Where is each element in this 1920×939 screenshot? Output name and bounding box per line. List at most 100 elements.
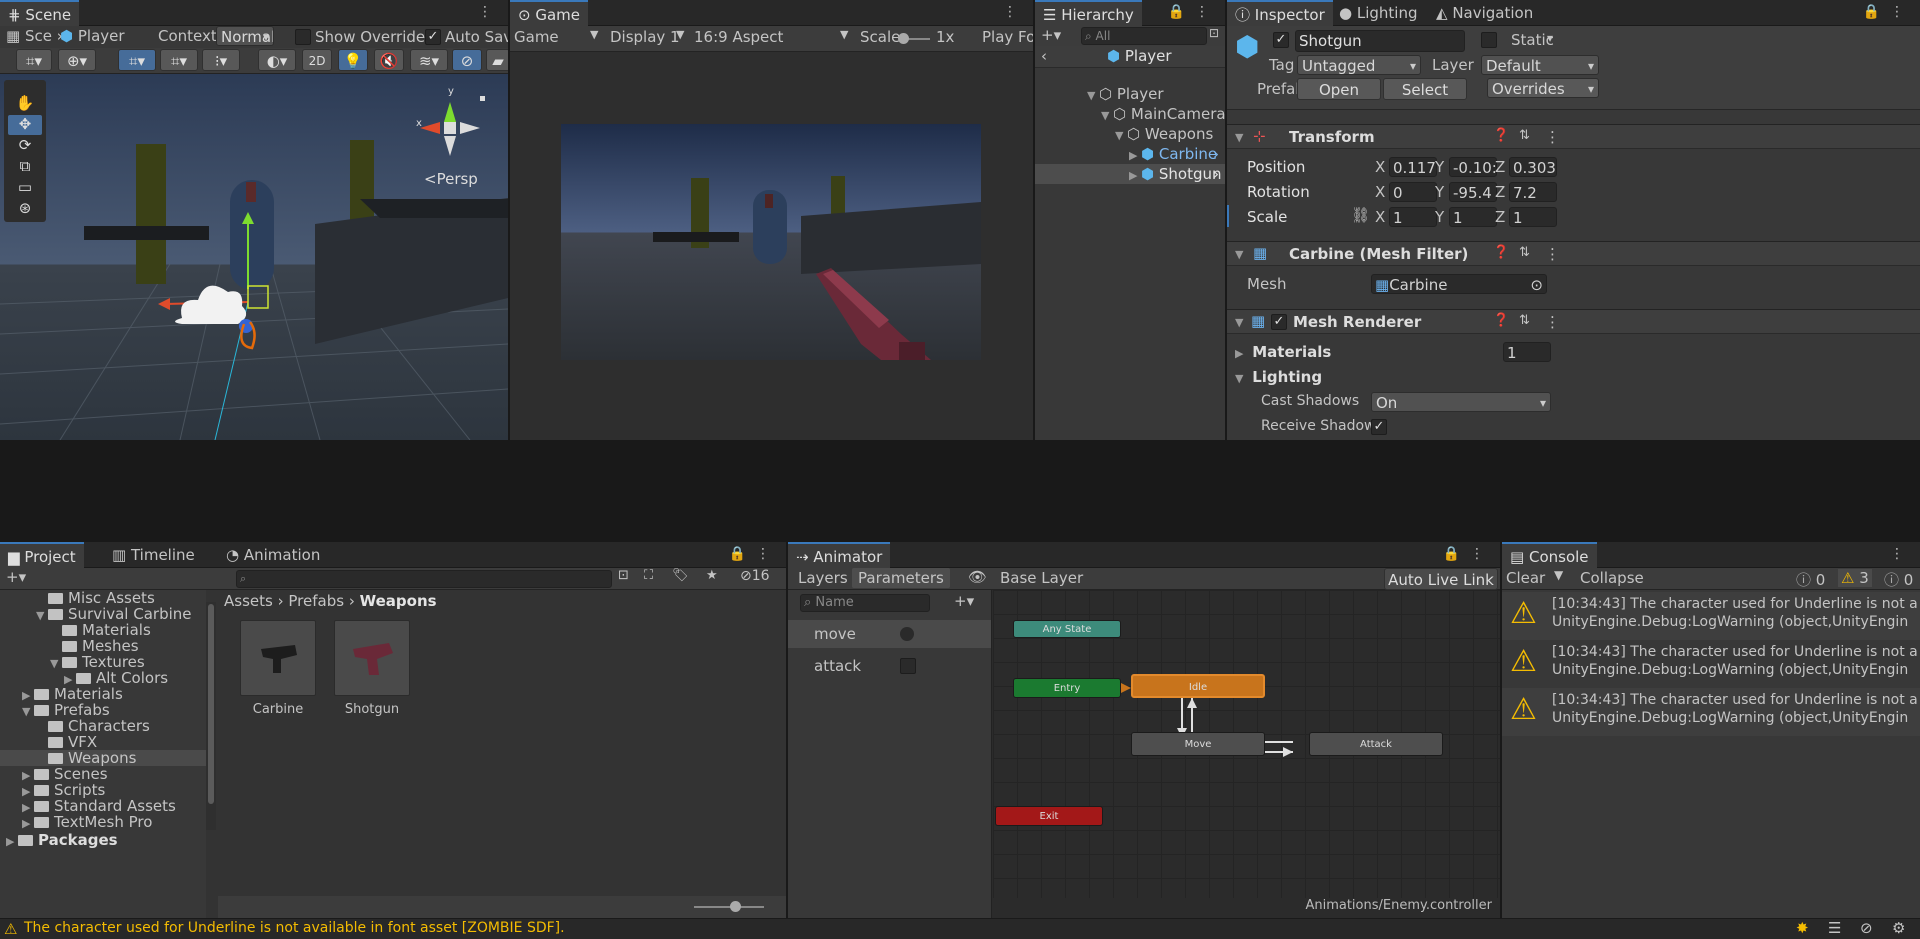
grid-visibility-button[interactable]: ⁝▾ [202, 49, 240, 71]
warning-filter-toggle[interactable]: ⚠ 3 [1838, 569, 1872, 587]
persp-label[interactable]: <Persp [424, 170, 478, 188]
folder-materials[interactable]: ▶ Materials [0, 686, 206, 702]
component-menu-icon[interactable]: ⋮ [1545, 313, 1560, 331]
tree-scrollbar-thumb[interactable] [208, 604, 214, 804]
folder-standard-assets[interactable]: ▶ Standard Assets [0, 798, 206, 814]
transform-tool-icon[interactable]: ⊛ [8, 199, 42, 219]
draw-mode-button[interactable]: ⌗▾ [16, 49, 52, 71]
grid-snap-button[interactable]: ⌗▾ [118, 49, 156, 71]
bool-checkbox[interactable] [900, 658, 916, 674]
tab-project[interactable]: ▆ Project [0, 542, 84, 568]
inspector-lock-icon[interactable]: 🔒⋮ [1863, 4, 1914, 20]
breadcrumb-player[interactable]: ⬢ Player [60, 27, 125, 45]
folder-scripts[interactable]: ▶ Scripts [0, 782, 206, 798]
scene-menu-icon[interactable]: ⋮ [478, 4, 502, 20]
foldout-arrow[interactable]: ▼ [1235, 312, 1247, 330]
mesh-renderer-header[interactable]: ▼ ▦ ✓ Mesh Renderer ❓ ⇅ ⋮ [1227, 309, 1920, 334]
game-menu-icon[interactable]: ⋮ [1003, 4, 1027, 20]
animator-lock-icon[interactable]: 🔒⋮ [1443, 546, 1494, 562]
collapse-button[interactable]: Collapse [1580, 569, 1644, 587]
tab-lighting[interactable]: ● Lighting [1331, 0, 1426, 26]
state-entry[interactable]: Entry [1013, 678, 1121, 698]
game-mode-dropdown[interactable]: Game ▼ [514, 28, 600, 46]
aspect-dropdown[interactable]: 16:9 Aspect ▼ [694, 28, 850, 46]
axis-z-label[interactable]: Z [1495, 158, 1505, 176]
project-search-input[interactable]: ⌕ [236, 570, 612, 588]
presets-icon[interactable]: ⇅ [1519, 128, 1530, 143]
orientation-gizmo[interactable]: y x [410, 86, 490, 160]
auto-live-link-button[interactable]: Auto Live Link [1384, 568, 1498, 590]
shading-mode-button[interactable]: ◐▾ [258, 49, 296, 71]
state-move[interactable]: Move [1131, 732, 1265, 756]
scale-slider[interactable] [898, 33, 930, 44]
folder-prefabs[interactable]: ▼ Prefabs [0, 702, 206, 718]
folder-textures[interactable]: ▼ Textures [0, 654, 206, 670]
toggle-2d-button[interactable]: 2D [302, 49, 332, 71]
tab-scene[interactable]: ⋕ Scene [0, 0, 80, 26]
tab-animation[interactable]: ◔ Animation [218, 542, 328, 568]
parameter-attack[interactable]: attack [788, 652, 991, 680]
tab-layers[interactable]: Layers [798, 569, 848, 587]
presets-icon[interactable]: ⇅ [1519, 313, 1530, 328]
folder-alt-colors[interactable]: ▶ Alt Colors [0, 670, 206, 686]
tab-navigation[interactable]: ◭ Navigation [1428, 0, 1541, 26]
static-checkbox[interactable] [1481, 32, 1497, 48]
object-picker-icon[interactable]: ⊙ [1530, 275, 1543, 293]
static-dropdown-arrow[interactable]: ▾ [1547, 31, 1553, 45]
cache-server-icon[interactable]: ☰ [1828, 919, 1841, 937]
lighting-status-icon[interactable]: ✸ [1796, 919, 1809, 937]
search-options-icon[interactable]: ⊡ [1209, 26, 1219, 40]
scale-slider-thumb[interactable] [898, 33, 909, 44]
trigger-icon[interactable] [900, 627, 914, 641]
cast-shadows-dropdown[interactable]: On [1371, 392, 1551, 412]
position-z-input[interactable]: 0.303 [1509, 157, 1557, 177]
tag-dropdown[interactable]: Untagged [1297, 55, 1421, 75]
debug-mode-icon[interactable]: ⊘ [1860, 919, 1873, 937]
move-tool-icon[interactable]: ✥ [8, 115, 42, 135]
folder-survival-carbine[interactable]: ▼ Survival Carbine [0, 606, 206, 622]
back-arrow-icon[interactable]: ‹ [1041, 47, 1047, 65]
clear-button[interactable]: Clear [1506, 569, 1545, 587]
packages-folder[interactable]: ▶ Packages [0, 830, 206, 850]
object-name-input[interactable]: Shotgun [1295, 30, 1465, 52]
scale-y-input[interactable]: 1 [1449, 207, 1497, 227]
rect-tool-icon[interactable]: ▭ [8, 178, 42, 198]
create-asset-button[interactable]: +▾ [6, 568, 26, 586]
tab-game[interactable]: ⊙ Game [510, 0, 589, 26]
console-entry[interactable]: ⚠ [10:34:43] The character used for Unde… [1502, 640, 1920, 688]
icon-size-slider-thumb[interactable] [730, 901, 741, 912]
rotation-x-input[interactable]: 0 [1389, 182, 1437, 202]
scale-tool-icon[interactable]: ⧉ [8, 157, 42, 177]
state-idle[interactable]: Idle [1131, 674, 1265, 698]
state-attack[interactable]: Attack [1309, 732, 1443, 756]
tab-inspector[interactable]: ⓘ Inspector [1227, 0, 1333, 26]
folder-characters[interactable]: Characters [0, 718, 206, 734]
tab-console[interactable]: ▤ Console [1502, 542, 1597, 568]
tree-scrollbar[interactable] [206, 602, 216, 830]
rotate-tool-icon[interactable]: ⟳ [8, 136, 42, 156]
icon-size-slider[interactable] [694, 901, 764, 912]
foldout-arrow[interactable]: ▼ [1235, 244, 1247, 262]
breadcrumb-assets[interactable]: Assets [224, 592, 273, 610]
console-entry[interactable]: ⚠ [10:34:43] The character used for Unde… [1502, 592, 1920, 640]
eye-icon[interactable]: 👁 [968, 568, 987, 586]
materials-foldout[interactable]: ▶ Materials [1235, 343, 1331, 361]
hand-tool-icon[interactable]: ✋ [8, 94, 42, 114]
base-layer-breadcrumb[interactable]: Base Layer [1000, 569, 1083, 587]
global-toggle-button[interactable]: ⊕▾ [58, 49, 96, 71]
display-dropdown[interactable]: Display 1 ▼ [610, 28, 686, 46]
axis-y-label[interactable]: Y [1435, 208, 1444, 226]
help-icon[interactable]: ❓ [1493, 313, 1509, 328]
component-menu-icon[interactable]: ⋮ [1545, 245, 1560, 263]
collab-icon[interactable]: ⚙ [1892, 919, 1905, 937]
axis-y-label[interactable]: Y [1435, 158, 1444, 176]
context-dropdown[interactable]: Normal [216, 26, 274, 46]
constrain-proportions-icon[interactable]: ⛓ [1351, 206, 1370, 224]
help-icon[interactable]: ❓ [1493, 128, 1509, 143]
folder-vfx[interactable]: VFX [0, 734, 206, 750]
folder-meshes[interactable]: Meshes [0, 638, 206, 654]
component-menu-icon[interactable]: ⋮ [1545, 128, 1560, 146]
breadcrumb-scene[interactable]: ▦ Sce › [6, 27, 63, 45]
tab-parameters[interactable]: Parameters [852, 568, 950, 588]
receive-shadows-checkbox[interactable]: ✓ [1371, 419, 1387, 435]
